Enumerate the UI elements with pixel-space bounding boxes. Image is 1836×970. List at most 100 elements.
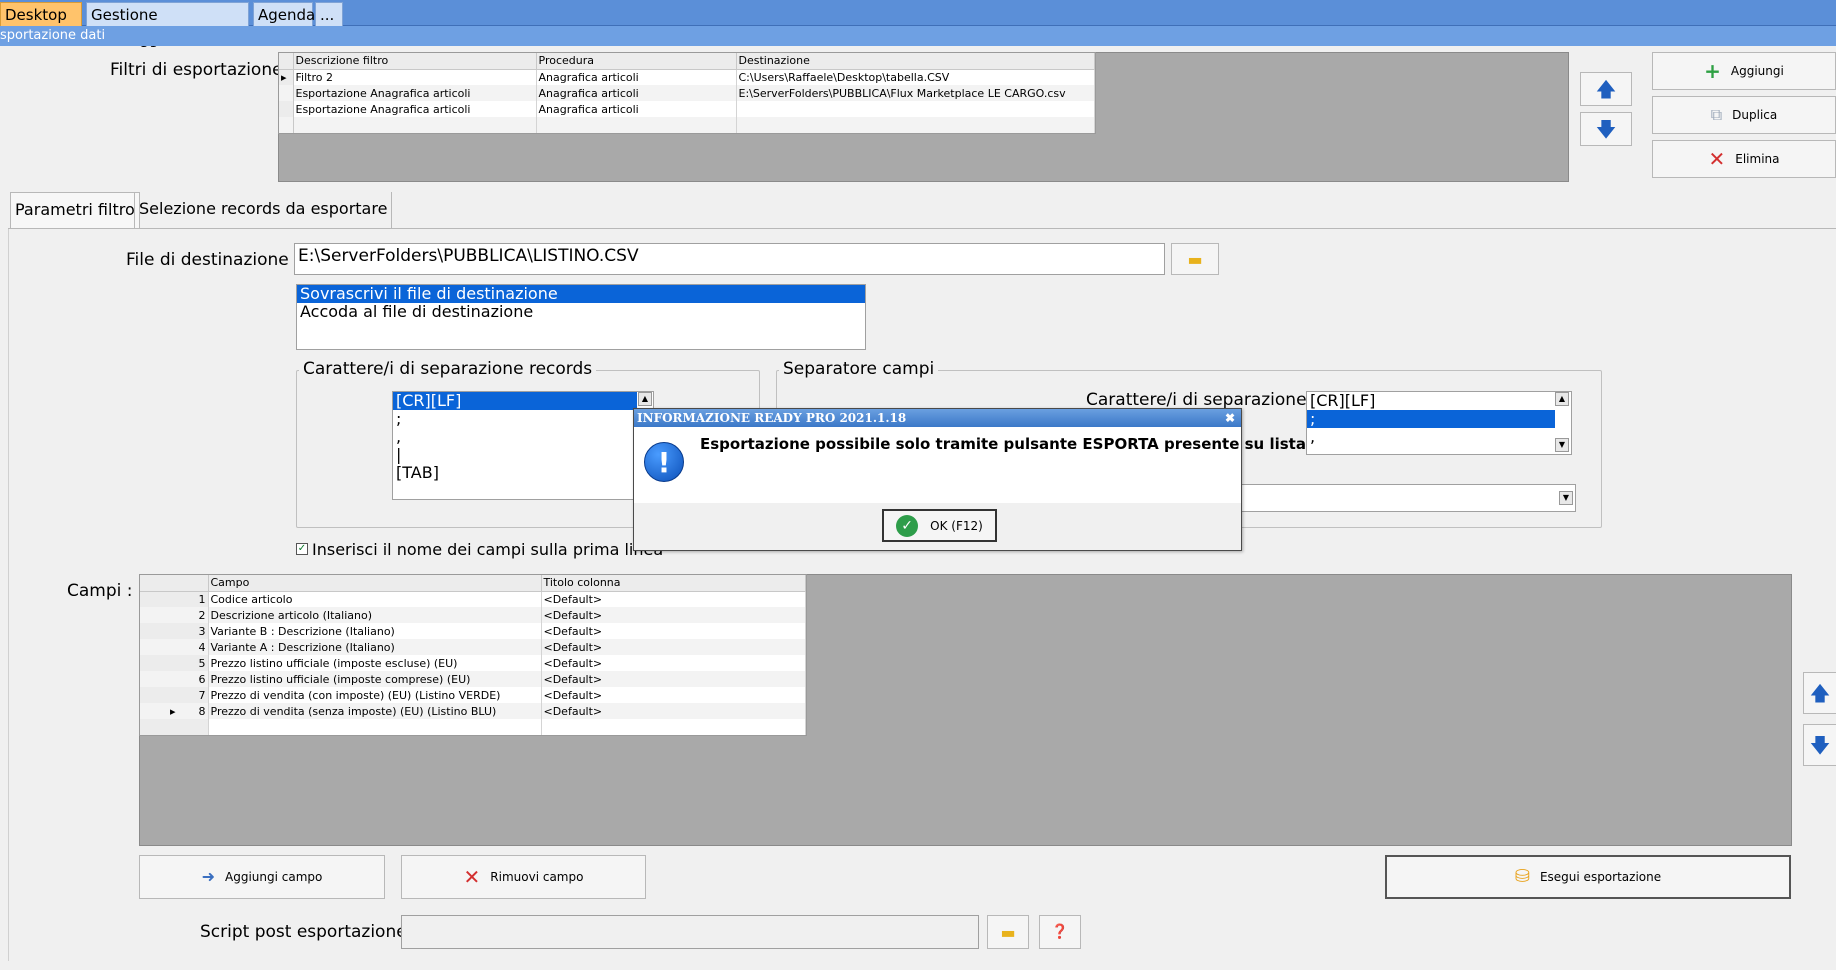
list-item[interactable]: , <box>1307 428 1571 446</box>
tab-more[interactable]: ... <box>315 2 343 26</box>
filters-grid[interactable]: Descrizione filtro Procedura Destinazion… <box>278 52 1096 134</box>
tab-desktop[interactable]: Desktop (3) <box>0 2 82 48</box>
delete-filter-button[interactable]: ✕ Elimina <box>1652 140 1836 178</box>
ok-button[interactable]: ✓ OK (F12) <box>882 509 997 542</box>
close-icon[interactable]: ✖ <box>1225 409 1235 427</box>
record-separator-list[interactable]: [CR][LF] ; , | [TAB] <box>392 391 654 500</box>
add-filter-button[interactable]: + Aggiungi <box>1652 52 1836 90</box>
folder-icon: ▬ <box>1000 922 1016 942</box>
subtab-selezione-records[interactable]: Selezione records da esportare <box>134 192 393 228</box>
table-row[interactable]: 1 Codice articolo <Default> <box>140 591 806 607</box>
copy-icon: ⧉ <box>1710 105 1723 124</box>
table-row[interactable]: Esportazione Anagrafica articoli Anagraf… <box>279 85 1095 101</box>
row-number-header <box>140 575 209 592</box>
list-item[interactable]: ; <box>1307 410 1555 428</box>
browse-script-button[interactable]: ▬ <box>987 915 1029 949</box>
col-procedura[interactable]: Procedura <box>536 53 737 70</box>
header-line-checkbox[interactable]: ✓ <box>296 543 308 555</box>
table-row[interactable]: 7 Prezzo di vendita (con imposte) (EU) (L… <box>140 687 806 703</box>
help-icon: ❓ <box>1051 924 1069 940</box>
field-separator-list[interactable]: [CR][LF] ; , <box>1306 391 1572 455</box>
col-titolo-colonna[interactable]: Titolo colonna <box>541 575 806 592</box>
table-row[interactable]: ▸ Filtro 2 Anagrafica articoli C:\Users\… <box>279 69 1095 85</box>
table-row[interactable]: 6 Prezzo listino ufficiale (imposte compr… <box>140 671 806 687</box>
table-row-empty[interactable] <box>140 719 806 735</box>
row-indicator <box>279 117 294 133</box>
cell: Esportazione Anagrafica articoli <box>293 101 537 117</box>
campi-grid[interactable]: Campo Titolo colonna 1 Codice articolo <De… <box>139 574 807 736</box>
current-row-arrow-icon: ▸ <box>279 69 294 85</box>
dest-label: File di destinazione : <box>126 250 300 270</box>
cell: <Default> <box>541 687 806 703</box>
close-icon: ✕ <box>1708 147 1726 171</box>
list-item[interactable]: [CR][LF] <box>1307 392 1571 410</box>
dest-file-input[interactable]: E:\ServerFolders\PUBBLICA\LISTINO.CSV <box>294 243 1165 275</box>
list-item[interactable]: , <box>393 428 653 446</box>
header-line-label: Inserisci il nome dei campi sulla prima … <box>312 540 664 559</box>
arrow-down-icon: 🡇 <box>1809 733 1831 757</box>
folder-icon: ▬ <box>1187 249 1203 269</box>
table-row[interactable]: Esportazione Anagrafica articoli Anagraf… <box>279 101 1095 117</box>
row-number-value: 8 <box>198 704 206 718</box>
field-delimiter-select[interactable] <box>1236 484 1576 512</box>
list-item[interactable]: [CR][LF] <box>393 392 637 410</box>
chevron-down-icon[interactable]: ▼ <box>1559 491 1573 505</box>
list-item[interactable]: ; <box>393 410 653 428</box>
cell: Esportazione Anagrafica articoli <box>293 85 537 101</box>
script-help-button[interactable]: ❓ <box>1039 915 1081 949</box>
remove-field-button[interactable]: ✕ Rimuovi campo <box>401 855 646 899</box>
cell <box>736 101 1095 117</box>
table-row[interactable]: 4 Variante A : Descrizione (Italiano) <Def… <box>140 639 806 655</box>
list-item[interactable]: | <box>393 446 653 464</box>
duplicate-filter-button[interactable]: ⧉ Duplica <box>1652 96 1836 134</box>
scroll-up-icon[interactable]: ▲ <box>1555 392 1569 406</box>
cell: Prezzo di vendita (senza imposte) (EU) (… <box>208 703 542 719</box>
table-row[interactable]: 3 Variante B : Descrizione (Italiano) <Def… <box>140 623 806 639</box>
row-number: 5 <box>140 655 209 671</box>
table-row[interactable]: 5 Prezzo listino ufficiale (imposte esclu… <box>140 655 806 671</box>
cell: Variante A : Descrizione (Italiano) <box>208 639 542 655</box>
browse-dest-button[interactable]: ▬ <box>1171 243 1219 275</box>
cell: Filtro 2 <box>293 69 537 85</box>
table-row-current[interactable]: ▸ 8 Prezzo di vendita (senza imposte) (EU)… <box>140 703 806 719</box>
field-move-up-button[interactable]: 🡅 <box>1803 672 1836 714</box>
write-mode-list[interactable]: Sovrascrivi il file di destinazione Acco… <box>296 284 866 350</box>
dialog-title: INFORMAZIONE READY PRO 2021.1.18 <box>637 411 907 425</box>
tab-gestione-messaggistica[interactable]: Gestione messaggistica <box>86 2 249 48</box>
check-icon: ✓ <box>896 514 919 537</box>
dialog-message: Esportazione possibile solo tramite puls… <box>700 435 1306 453</box>
filter-move-up-button[interactable]: 🡅 <box>1580 72 1632 106</box>
table-row-empty[interactable] <box>279 117 1095 133</box>
arrow-down-icon: 🡇 <box>1595 117 1617 141</box>
col-destinazione[interactable]: Destinazione <box>736 53 1095 70</box>
dialog-body: ! Esportazione possibile solo tramite pu… <box>634 427 1306 503</box>
row-number: 4 <box>140 639 209 655</box>
run-export-button[interactable]: ⛁ Esegui esportazione <box>1385 855 1791 899</box>
col-descrizione-filtro[interactable]: Descrizione filtro <box>293 53 537 70</box>
tab-agenda[interactable]: Agenda <box>253 2 315 26</box>
arrow-up-icon: 🡅 <box>1595 77 1617 101</box>
scroll-up-icon[interactable]: ▲ <box>638 392 652 406</box>
remove-field-label: Rimuovi campo <box>490 870 584 884</box>
script-input[interactable] <box>401 915 979 949</box>
list-item[interactable]: Sovrascrivi il file di destinazione <box>297 285 865 303</box>
field-separator-label: Carattere/i di separazione : <box>1086 390 1318 410</box>
duplicate-filter-label: Duplica <box>1732 108 1778 122</box>
campi-label: Campi : <box>67 581 133 601</box>
cell: Prezzo di vendita (con imposte) (EU) (Li… <box>208 687 542 703</box>
window-title: sportazione dati <box>0 26 1836 46</box>
list-item[interactable]: Accoda al file di destinazione <box>297 303 865 321</box>
table-row[interactable]: 2 Descrizione articolo (Italiano) <Default… <box>140 607 806 623</box>
cell: <Default> <box>541 639 806 655</box>
filter-move-down-button[interactable]: 🡇 <box>1580 112 1632 146</box>
cell: Anagrafica articoli <box>536 85 737 101</box>
list-item[interactable]: [TAB] <box>393 464 653 482</box>
scroll-down-icon[interactable]: ▼ <box>1555 438 1569 452</box>
add-field-button[interactable]: ➜ Aggiungi campo <box>139 855 385 899</box>
exclamation-icon: ! <box>644 442 684 482</box>
filters-label: Filtri di esportazione : <box>110 60 294 80</box>
field-move-down-button[interactable]: 🡇 <box>1803 724 1836 766</box>
subtab-parametri-filtro[interactable]: Parametri filtro <box>10 192 140 228</box>
col-campo[interactable]: Campo <box>208 575 542 592</box>
field-separator-legend: Separatore campi <box>779 359 939 379</box>
